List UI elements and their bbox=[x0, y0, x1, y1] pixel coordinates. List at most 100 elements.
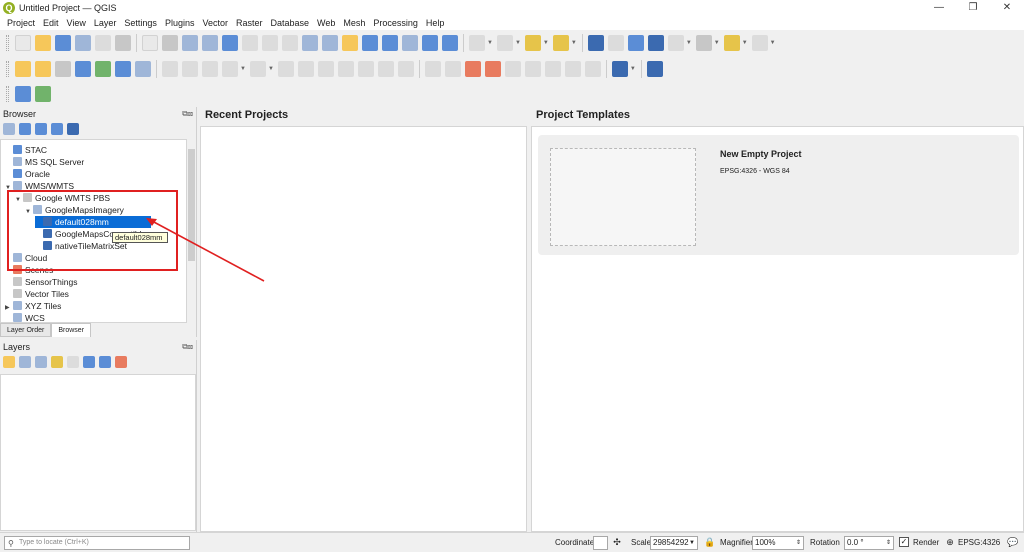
remove-layer-icon[interactable] bbox=[115, 356, 127, 368]
print-layout-icon[interactable] bbox=[95, 35, 111, 51]
add-raster-layer-icon[interactable] bbox=[75, 61, 91, 77]
save-edits-icon[interactable] bbox=[202, 61, 218, 77]
tree-item-vector-tiles[interactable]: Vector Tiles bbox=[5, 288, 69, 300]
tree-item-oracle[interactable]: Oracle bbox=[5, 168, 50, 180]
rotate-label-icon[interactable] bbox=[524, 61, 541, 77]
open-layer-styling-icon[interactable] bbox=[3, 356, 15, 368]
cut-features-icon[interactable] bbox=[317, 61, 334, 77]
pan-to-selection-icon[interactable] bbox=[162, 35, 178, 51]
toolbar-grip[interactable] bbox=[6, 35, 9, 51]
browser-scrollbar[interactable] bbox=[187, 139, 196, 323]
paste-features-icon[interactable] bbox=[357, 61, 374, 77]
spin-arrows-icon[interactable]: ⇕ bbox=[886, 537, 891, 549]
rotation-spinbox[interactable]: 0.0 ° ⇕ bbox=[844, 536, 894, 550]
filter-icon[interactable] bbox=[35, 123, 47, 135]
select-location-icon[interactable] bbox=[552, 35, 569, 51]
tree-item-wcs[interactable]: WCS bbox=[5, 312, 45, 322]
open-project-icon[interactable] bbox=[35, 35, 51, 51]
pan-hand-icon[interactable] bbox=[142, 35, 158, 51]
delete-selected-icon[interactable] bbox=[297, 61, 314, 77]
locator-search-input[interactable]: ⚲ Type to locate (Ctrl+K) bbox=[4, 536, 190, 550]
digitize-line-icon[interactable] bbox=[222, 61, 238, 77]
menu-layer[interactable]: Layer bbox=[90, 16, 121, 30]
menu-processing[interactable]: Processing bbox=[369, 16, 422, 30]
panel-float-close-icon[interactable]: ⧉⊠ bbox=[182, 342, 193, 352]
layers-list[interactable] bbox=[0, 374, 196, 531]
tree-item-xyz-tiles[interactable]: ▶ XYZ Tiles bbox=[5, 300, 61, 312]
menu-mesh[interactable]: Mesh bbox=[339, 16, 369, 30]
recent-projects-list[interactable] bbox=[200, 126, 527, 532]
measure-icon[interactable] bbox=[667, 35, 684, 51]
zoom-selection-icon[interactable] bbox=[242, 35, 258, 51]
edit-pencil-icon[interactable] bbox=[162, 61, 178, 77]
menu-raster[interactable]: Raster bbox=[232, 16, 267, 30]
chevron-down-icon[interactable]: ▼ bbox=[689, 537, 695, 549]
menu-help[interactable]: Help bbox=[422, 16, 449, 30]
new-empty-project-card[interactable]: New Empty Project EPSG:4326 - WGS 84 bbox=[538, 135, 1019, 255]
identify-features-icon[interactable] bbox=[587, 35, 604, 51]
new-3d-view-icon[interactable] bbox=[362, 35, 378, 51]
coordinate-field[interactable] bbox=[593, 536, 608, 550]
zoom-native-icon[interactable] bbox=[282, 35, 298, 51]
data-source-manager-icon[interactable] bbox=[15, 61, 31, 77]
python-console-icon[interactable] bbox=[15, 86, 31, 102]
maximize-button[interactable]: ❐ bbox=[956, 0, 990, 16]
field-calculator-icon[interactable] bbox=[627, 35, 644, 51]
attribute-table-icon[interactable] bbox=[607, 35, 624, 51]
render-checkbox[interactable]: ✓ bbox=[899, 537, 909, 547]
crs-globe-icon[interactable]: ⊕ bbox=[944, 536, 956, 548]
zoom-full-icon[interactable] bbox=[222, 35, 238, 51]
bookmark-icon[interactable] bbox=[382, 35, 398, 51]
plugin-icon[interactable] bbox=[35, 86, 51, 102]
measure-line-icon[interactable] bbox=[695, 35, 712, 51]
toolbar-grip[interactable] bbox=[6, 61, 9, 77]
refresh-icon[interactable] bbox=[19, 123, 31, 135]
refresh-icon[interactable] bbox=[442, 35, 458, 51]
spin-arrows-icon[interactable]: ⇕ bbox=[796, 537, 801, 549]
tree-item-stac[interactable]: STAC bbox=[5, 144, 47, 156]
tree-item-mssql[interactable]: MS SQL Server bbox=[5, 156, 84, 168]
crs-button[interactable]: EPSG:4326 bbox=[958, 538, 1000, 547]
info-icon[interactable] bbox=[67, 123, 79, 135]
zoom-next-icon[interactable] bbox=[322, 35, 338, 51]
new-layer-icon[interactable] bbox=[35, 61, 51, 77]
menu-plugins[interactable]: Plugins bbox=[161, 16, 199, 30]
show-hide-labels-icon[interactable] bbox=[564, 61, 581, 77]
zoom-in-icon[interactable] bbox=[182, 35, 198, 51]
move-label-icon[interactable] bbox=[504, 61, 521, 77]
filter-expression-icon[interactable] bbox=[67, 356, 79, 368]
collapse-all-icon[interactable] bbox=[99, 356, 111, 368]
change-label-icon[interactable] bbox=[544, 61, 561, 77]
globe-tool-icon[interactable] bbox=[611, 61, 628, 77]
save-project-icon[interactable] bbox=[55, 35, 71, 51]
tree-item-sensorthings[interactable]: SensorThings bbox=[5, 276, 77, 288]
new-project-icon[interactable] bbox=[15, 35, 31, 51]
add-group-icon[interactable] bbox=[19, 356, 31, 368]
menu-view[interactable]: View bbox=[63, 16, 90, 30]
modify-attributes-icon[interactable] bbox=[277, 61, 294, 77]
scrollbar-thumb[interactable] bbox=[188, 149, 195, 261]
label-tool-icon[interactable] bbox=[424, 61, 441, 77]
menu-web[interactable]: Web bbox=[313, 16, 339, 30]
statistics-sigma-icon[interactable] bbox=[647, 35, 664, 51]
copy-features-icon[interactable] bbox=[337, 61, 354, 77]
add-vector-layer-icon[interactable] bbox=[55, 61, 71, 77]
add-wms-layer-icon[interactable] bbox=[115, 61, 131, 77]
expand-all-icon[interactable] bbox=[83, 356, 95, 368]
menu-vector[interactable]: Vector bbox=[198, 16, 232, 30]
settings-gear-icon[interactable] bbox=[751, 35, 768, 51]
filter-legend-icon[interactable] bbox=[51, 356, 63, 368]
abc-label-icon[interactable] bbox=[484, 61, 501, 77]
lock-icon[interactable]: 🔒 bbox=[704, 536, 716, 548]
temporal-controller-icon[interactable] bbox=[422, 35, 438, 51]
highlight-pinned-icon[interactable] bbox=[464, 61, 481, 77]
move-diagram-icon[interactable] bbox=[584, 61, 601, 77]
minimize-button[interactable]: — bbox=[922, 0, 956, 16]
add-selected-layers-icon[interactable] bbox=[3, 123, 15, 135]
show-bookmarks-icon[interactable] bbox=[402, 35, 418, 51]
toggle-editing-icon[interactable] bbox=[182, 61, 198, 77]
toggle-extents-icon[interactable]: ✣ bbox=[611, 536, 623, 548]
magnifier-spinbox[interactable]: 100% ⇕ bbox=[752, 536, 804, 550]
zoom-layer-icon[interactable] bbox=[262, 35, 278, 51]
menu-project[interactable]: Project bbox=[3, 16, 39, 30]
